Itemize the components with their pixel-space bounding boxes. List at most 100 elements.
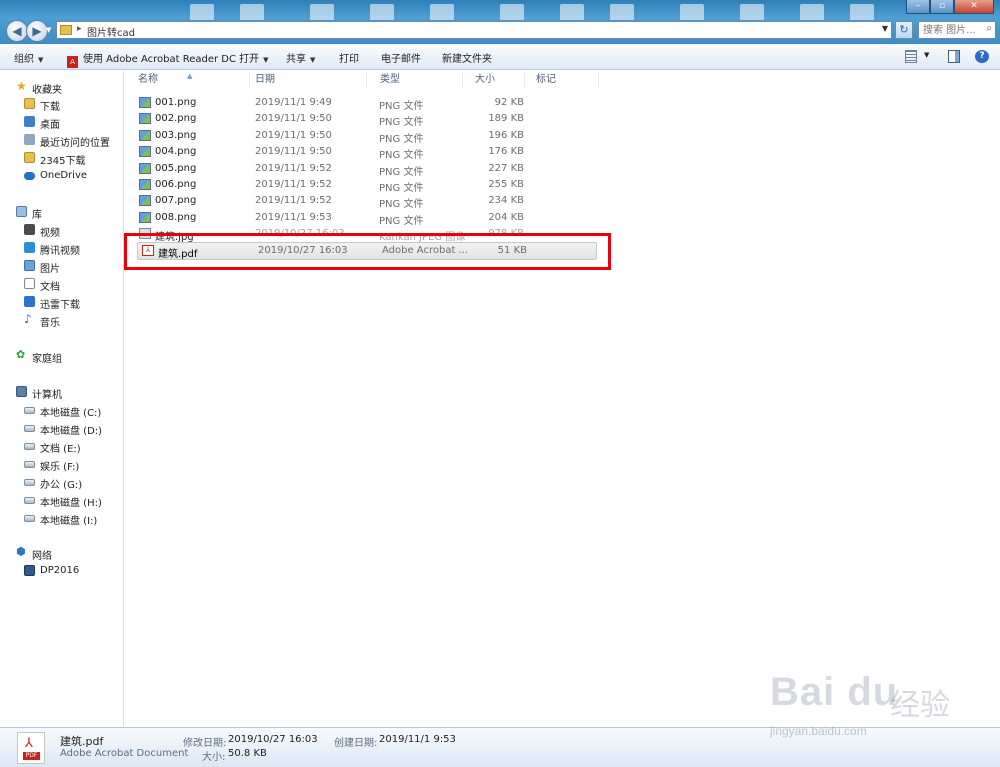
png-image-icon xyxy=(139,146,151,157)
print-button[interactable]: 打印 xyxy=(339,50,359,65)
folder-icon xyxy=(24,152,35,163)
png-image-icon xyxy=(139,179,151,190)
file-size: 255 KB xyxy=(488,179,524,190)
file-name: 003.png xyxy=(155,130,197,141)
change-view-icon[interactable] xyxy=(905,50,917,63)
sidebar-item-onedrive[interactable]: OneDrive xyxy=(0,168,122,184)
sidebar-item-label: OneDrive xyxy=(40,170,88,181)
column-header-size[interactable]: 大小 xyxy=(462,71,525,89)
chevron-down-icon: ▼ xyxy=(263,56,269,64)
help-icon[interactable]: ? xyxy=(975,50,989,63)
navigation-pane: ★ 收藏夹 下载 桌面 最近访问的位置 2345下载 OneDrive 库 视频 … xyxy=(0,71,124,726)
breadcrumb-current-folder[interactable]: 图片转cad xyxy=(87,24,135,39)
sidebar-item-label: 图片 xyxy=(40,264,60,275)
sidebar-item-music[interactable]: ♪ 音乐 xyxy=(0,312,122,329)
back-button[interactable]: ◀ xyxy=(6,20,28,42)
pictures-icon xyxy=(24,260,35,271)
sidebar-item-xunlei-downloads[interactable]: 迅雷下载 xyxy=(0,294,122,311)
drive-icon xyxy=(24,407,35,414)
preview-pane-icon[interactable] xyxy=(948,50,960,63)
baidu-watermark: Bai du 经验 jingyan.baidu.com xyxy=(770,660,980,740)
share-button[interactable]: 共享 ▼ xyxy=(286,50,315,65)
drive-icon xyxy=(24,443,35,450)
sidebar-item-drive-f[interactable]: 娱乐 (F:) xyxy=(0,456,122,473)
minimize-button[interactable]: – xyxy=(906,0,930,14)
column-header-name[interactable]: 名称 ▲ xyxy=(125,71,250,89)
column-header-date[interactable]: 日期 xyxy=(242,71,367,89)
sidebar-item-desktop[interactable]: 桌面 xyxy=(0,114,122,131)
sidebar-item-label: 本地磁盘 (C:) xyxy=(40,408,102,419)
file-size: 196 KB xyxy=(488,130,524,141)
detail-created-label: 创建日期: xyxy=(334,738,378,749)
music-note-icon: ♪ xyxy=(24,312,32,326)
share-label: 共享 xyxy=(286,54,306,65)
watermark-url: jingyan.baidu.com xyxy=(770,724,867,738)
sidebar-network[interactable]: ⬢ 网络 xyxy=(0,545,122,562)
sidebar-item-drive-i[interactable]: 本地磁盘 (I:) xyxy=(0,510,122,527)
sidebar-item-recent-places[interactable]: 最近访问的位置 xyxy=(0,132,122,149)
sidebar-favorites[interactable]: ★ 收藏夹 xyxy=(0,79,122,96)
detail-modified-label: 修改日期: xyxy=(183,738,227,749)
homegroup-icon: ✿ xyxy=(16,348,26,361)
file-row[interactable]: 002.png 2019/11/1 9:50 PNG 文件 189 KB xyxy=(135,111,725,128)
address-bar[interactable]: ▸ 图片转cad ▼ xyxy=(56,21,892,39)
file-row[interactable]: 004.png 2019/11/1 9:50 PNG 文件 176 KB xyxy=(135,144,725,161)
sidebar-item-label: 最近访问的位置 xyxy=(40,138,110,149)
sidebar-item-videos[interactable]: 视频 xyxy=(0,222,122,239)
view-options-dropdown[interactable]: ▼ xyxy=(924,51,929,59)
file-row[interactable]: 007.png 2019/11/1 9:52 PNG 文件 234 KB xyxy=(135,193,725,210)
drive-icon xyxy=(24,425,35,432)
sidebar-item-pictures[interactable]: 图片 xyxy=(0,258,122,275)
png-image-icon xyxy=(139,97,151,108)
file-row[interactable]: 006.png 2019/11/1 9:52 PNG 文件 255 KB xyxy=(135,177,725,194)
file-size: 227 KB xyxy=(488,163,524,174)
maximize-button[interactable]: ▫ xyxy=(930,0,954,14)
sidebar-item-label: 桌面 xyxy=(40,120,60,131)
sidebar-item-drive-d[interactable]: 本地磁盘 (D:) xyxy=(0,420,122,437)
close-button[interactable]: ✕ xyxy=(954,0,994,14)
command-bar: 组织 ▼ A 使用 Adobe Acrobat Reader DC 打开 ▼ 共享 ▼ … xyxy=(0,44,1000,70)
sidebar-item-documents[interactable]: 文档 xyxy=(0,276,122,293)
file-row[interactable]: 001.png 2019/11/1 9:49 PNG 文件 92 KB xyxy=(135,95,725,112)
sidebar-item-label: 腾讯视频 xyxy=(40,246,80,257)
recent-pages-dropdown[interactable]: ▼ xyxy=(46,26,54,36)
sidebar-item-drive-g[interactable]: 办公 (G:) xyxy=(0,474,122,491)
forward-button[interactable]: ▶ xyxy=(26,20,48,42)
sidebar-item-drive-h[interactable]: 本地磁盘 (H:) xyxy=(0,492,122,509)
sidebar-item-2345-downloads[interactable]: 2345下载 xyxy=(0,150,122,167)
refresh-button[interactable]: ↻ xyxy=(895,21,913,39)
open-with-label: 使用 Adobe Acrobat Reader DC 打开 xyxy=(83,54,260,65)
sidebar-item-label: 办公 (G:) xyxy=(40,480,83,491)
sidebar-computer[interactable]: 计算机 xyxy=(0,384,122,401)
email-button[interactable]: 电子邮件 xyxy=(381,50,421,65)
sidebar-libraries[interactable]: 库 xyxy=(0,204,122,221)
file-name: 008.png xyxy=(155,212,197,223)
organize-button[interactable]: 组织 ▼ xyxy=(14,50,43,65)
search-input[interactable] xyxy=(919,22,979,38)
search-icon[interactable]: ⌕ xyxy=(986,23,992,34)
desktop-icon xyxy=(24,116,35,127)
file-row[interactable]: 005.png 2019/11/1 9:52 PNG 文件 227 KB xyxy=(135,161,725,178)
column-header-type[interactable]: 类型 xyxy=(367,71,463,89)
network-icon: ⬢ xyxy=(16,545,26,558)
breadcrumb-separator[interactable]: ▸ xyxy=(77,24,82,34)
column-label: 大小 xyxy=(475,74,495,85)
sidebar-item-dp2016[interactable]: DP2016 xyxy=(0,563,122,579)
sidebar-homegroup[interactable]: ✿ 家庭组 xyxy=(0,348,122,365)
file-date: 2019/11/1 9:52 xyxy=(255,163,332,174)
pdf-file-icon: ⅄ PDF xyxy=(17,732,45,764)
column-header-tags[interactable]: 标记 xyxy=(523,71,599,89)
sidebar-item-drive-e[interactable]: 文档 (E:) xyxy=(0,438,122,455)
file-row[interactable]: 008.png 2019/11/1 9:53 PNG 文件 204 KB xyxy=(135,210,725,227)
new-folder-button[interactable]: 新建文件夹 xyxy=(442,50,492,65)
open-with-button[interactable]: A 使用 Adobe Acrobat Reader DC 打开 ▼ xyxy=(67,50,269,68)
sidebar-item-label: 文档 xyxy=(40,282,60,293)
sidebar-item-downloads[interactable]: 下载 xyxy=(0,96,122,113)
sidebar-item-tencent-video[interactable]: 腾讯视频 xyxy=(0,240,122,257)
file-row[interactable]: 003.png 2019/11/1 9:50 PNG 文件 196 KB xyxy=(135,128,725,145)
search-box[interactable]: ⌕ xyxy=(918,21,996,39)
sidebar-item-label: DP2016 xyxy=(40,565,80,576)
sidebar-item-drive-c[interactable]: 本地磁盘 (C:) xyxy=(0,402,122,419)
star-icon: ★ xyxy=(16,79,27,93)
address-dropdown-icon[interactable]: ▼ xyxy=(882,24,888,33)
